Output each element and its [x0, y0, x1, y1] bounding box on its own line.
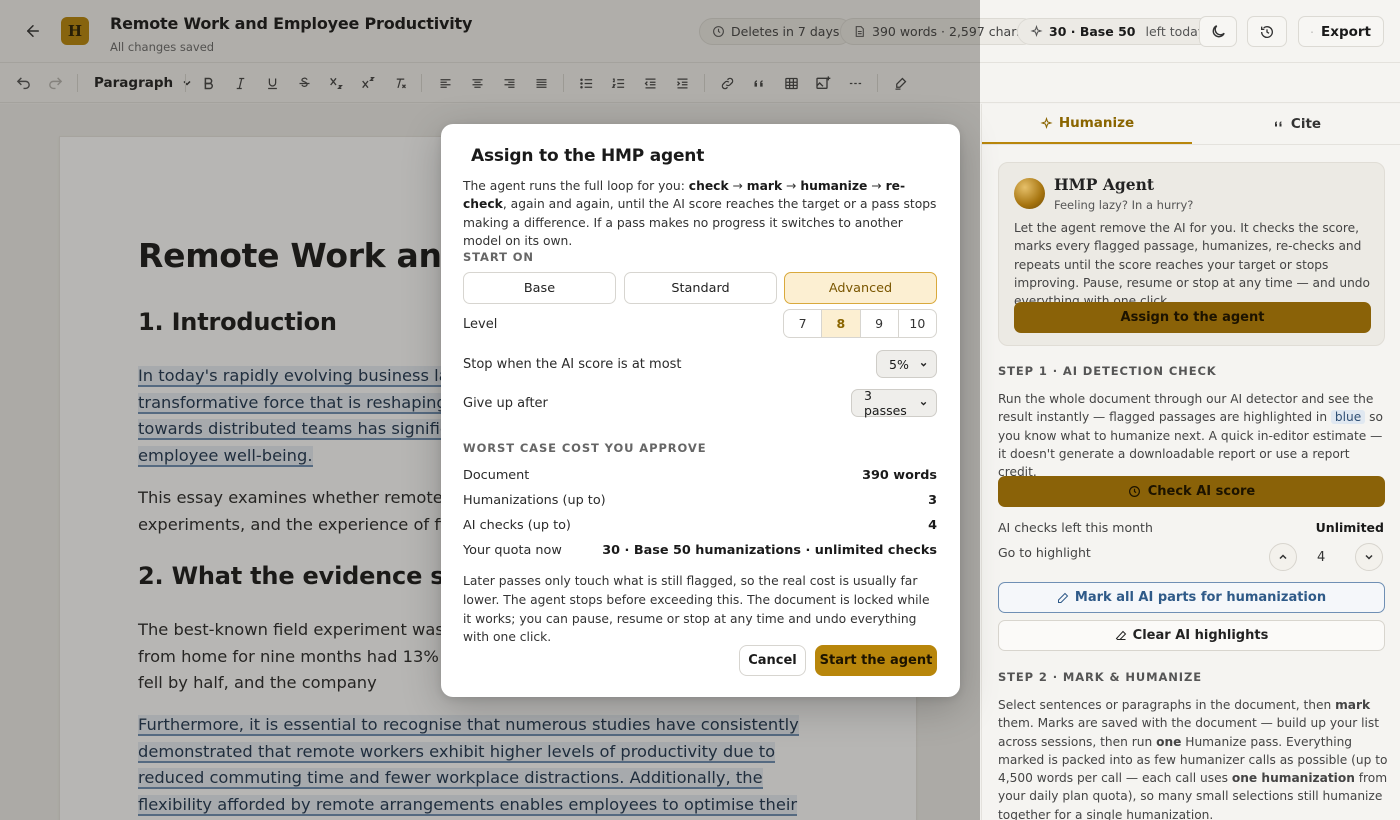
loop-step: check — [688, 179, 729, 193]
loop-step: humanize — [800, 179, 868, 193]
cancel-button[interactable]: Cancel — [739, 645, 806, 676]
checks-left-label: AI checks left this month — [998, 520, 1153, 535]
modal-backdrop-top — [0, 0, 980, 104]
level-option-9[interactable]: 9 — [861, 310, 899, 337]
quota-badge: 30 · Base 50 left today — [1017, 18, 1219, 45]
moon-icon — [1212, 25, 1225, 38]
agent-description: Let the agent remove the AI for you. It … — [1014, 221, 1371, 308]
pen-icon — [1057, 592, 1069, 603]
sparkle-icon — [1040, 116, 1053, 129]
export-button[interactable]: Export — [1298, 16, 1384, 47]
mark-all-ai-button[interactable]: Mark all AI parts for humanization — [998, 582, 1385, 613]
loop-arrow: → — [732, 179, 743, 193]
tab-humanize[interactable]: Humanize — [982, 104, 1192, 144]
modal-desc-part: , again and again, until the AI score re… — [463, 197, 937, 248]
chevron-down-icon — [920, 362, 927, 367]
quota-suffix: left today — [1145, 24, 1206, 39]
modal-title: Assign to the HMP agent — [471, 146, 705, 166]
agent-card: HMP Agent Feeling lazy? In a hurry? Let … — [998, 162, 1385, 346]
level-option-8[interactable]: 8 — [822, 310, 861, 337]
export-label: Export — [1321, 23, 1371, 40]
agent-title: HMP Agent — [1054, 175, 1155, 194]
next-highlight-button[interactable] — [1355, 543, 1383, 571]
step2-desc-part: Select sentences or paragraphs in the do… — [998, 698, 1332, 712]
download-icon — [1311, 30, 1313, 33]
stop-threshold-select[interactable]: 5% — [876, 350, 937, 378]
right-panel: Humanize Cite HMP Agent Feeling lazy? In… — [981, 104, 1400, 820]
loop-step: mark — [746, 179, 783, 193]
tab-cite-label: Cite — [1290, 116, 1322, 132]
level-selector: 7 8 9 10 — [783, 309, 937, 338]
check-ai-score-button[interactable]: Check AI score — [998, 476, 1385, 507]
cost-label-quota: Your quota now — [463, 543, 562, 558]
cost-value-document: 390 words — [862, 468, 937, 483]
stop-threshold-value: 5% — [889, 356, 909, 372]
step1-desc-part: Run the whole document through our AI de… — [998, 392, 1374, 425]
mode-option-base[interactable]: Base — [463, 272, 616, 304]
go-to-highlight-label: Go to highlight — [998, 545, 1091, 560]
step2-bold: one humanization — [1231, 771, 1355, 786]
history-button[interactable] — [1247, 16, 1287, 47]
cost-label-humanizations: Humanizations (up to) — [463, 493, 606, 508]
mode-option-advanced[interactable]: Advanced — [784, 272, 937, 304]
level-option-10[interactable]: 10 — [899, 310, 936, 337]
level-label: Level — [463, 317, 498, 332]
quote-icon — [1274, 121, 1282, 127]
clock-icon — [1128, 486, 1140, 497]
cost-label-document: Document — [463, 468, 530, 483]
assign-agent-label: Assign to the agent — [1120, 310, 1265, 325]
stop-threshold-label: Stop when the AI score is at most — [463, 357, 682, 372]
step1-description: Run the whole document through our AI de… — [998, 390, 1388, 481]
clear-ai-highlights-button[interactable]: Clear AI highlights — [998, 620, 1385, 651]
level-option-7[interactable]: 7 — [784, 310, 823, 337]
loop-arrow: → — [871, 179, 882, 193]
chevron-down-icon — [920, 401, 927, 406]
tab-humanize-label: Humanize — [1058, 115, 1135, 131]
mark-all-ai-label: Mark all AI parts for humanization — [1074, 590, 1327, 605]
previous-highlight-button[interactable] — [1269, 543, 1297, 571]
modal-note: Later passes only touch what is still fl… — [463, 574, 930, 645]
agent-subtitle: Feeling lazy? In a hurry? — [1054, 198, 1194, 212]
checks-left-value: Unlimited — [1315, 520, 1384, 535]
step2-description: Select sentences or paragraphs in the do… — [998, 696, 1388, 820]
mode-option-standard[interactable]: Standard — [624, 272, 777, 304]
assign-agent-button[interactable]: Assign to the agent — [1014, 302, 1371, 333]
start-agent-button[interactable]: Start the agent — [815, 645, 937, 676]
step1-title: STEP 1 · AI DETECTION CHECK — [998, 364, 1217, 378]
quota-value: 30 · Base 50 — [1049, 24, 1136, 39]
step2-bold: mark — [1335, 698, 1371, 712]
clear-ai-highlights-label: Clear AI highlights — [1132, 628, 1269, 643]
agent-orb-icon — [1014, 178, 1045, 209]
chevron-down-icon — [1365, 554, 1373, 560]
theme-toggle-button[interactable] — [1199, 16, 1237, 47]
check-ai-score-label: Check AI score — [1147, 484, 1256, 499]
modal-desc-part: The agent runs the full loop for you: — [463, 179, 685, 193]
cost-section-label: WORST CASE COST YOU APPROVE — [463, 441, 707, 455]
highlight-count: 4 — [1317, 550, 1326, 565]
eraser-icon — [1115, 630, 1126, 640]
blue-tag: blue — [1330, 410, 1366, 425]
assign-agent-modal: Assign to the HMP agent The agent runs t… — [441, 124, 960, 697]
tab-cite[interactable]: Cite — [1192, 104, 1400, 144]
tabs-divider — [982, 144, 1400, 145]
step2-bold: one — [1156, 734, 1182, 749]
modal-description: The agent runs the full loop for you: ch… — [463, 177, 943, 250]
sparkle-icon — [1030, 25, 1043, 38]
give-up-value: 3 passes — [864, 388, 907, 418]
cost-value-quota: 30 · Base 50 humanizations · unlimited c… — [602, 543, 937, 558]
step2-title: STEP 2 · MARK & HUMANIZE — [998, 670, 1202, 684]
start-on-section-label: START ON — [463, 250, 534, 264]
give-up-label: Give up after — [463, 396, 548, 411]
cost-label-ai-checks: AI checks (up to) — [463, 518, 571, 533]
cost-value-ai-checks: 4 — [928, 518, 937, 533]
chevron-up-icon — [1279, 554, 1287, 560]
give-up-select[interactable]: 3 passes — [851, 388, 937, 418]
loop-arrow: → — [786, 179, 797, 193]
history-icon — [1260, 25, 1273, 38]
cost-value-humanizations: 3 — [928, 493, 937, 508]
